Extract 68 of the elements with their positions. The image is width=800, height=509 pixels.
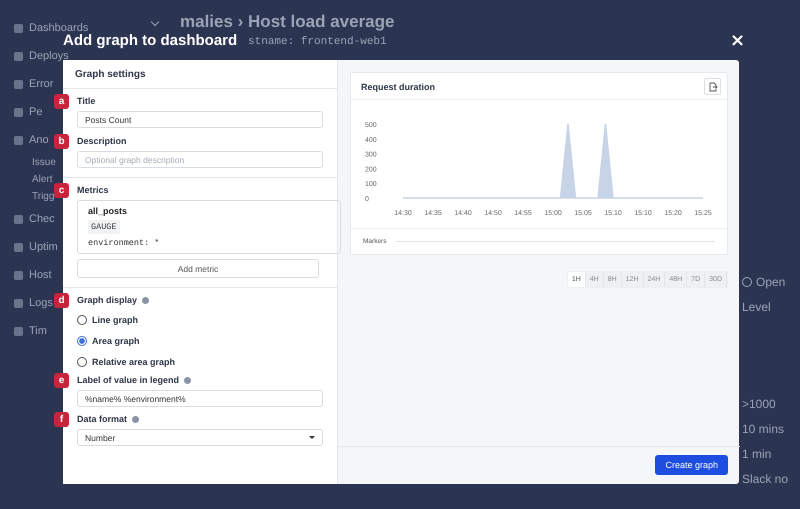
section-heading: Graph settings bbox=[63, 60, 337, 89]
text-field[interactable]: %name% %environment% bbox=[77, 390, 323, 407]
info-icon[interactable] bbox=[132, 416, 140, 422]
radio-label[interactable]: Line graph bbox=[92, 314, 138, 324]
step-badge: d bbox=[54, 293, 69, 308]
step-badge: a bbox=[54, 94, 69, 109]
nav-item[interactable]: Host bbox=[29, 269, 52, 281]
text-field[interactable]: Posts Count bbox=[77, 111, 323, 128]
nav-item[interactable]: Deploys bbox=[29, 50, 69, 62]
dialog-title: Add graph to dashboard bbox=[63, 32, 238, 49]
field-label: Title bbox=[77, 96, 96, 106]
nav-item[interactable]: Dashboards bbox=[29, 22, 88, 34]
nav-icon[interactable] bbox=[14, 24, 23, 32]
table-cell: 1 min bbox=[742, 446, 772, 460]
nav-icon[interactable] bbox=[14, 214, 23, 224]
nav-icon[interactable] bbox=[14, 242, 23, 252]
field-label: Label of value in legend bbox=[77, 375, 180, 385]
metric-type-tag: GAUGE bbox=[88, 220, 120, 234]
nav-item[interactable]: Trigg bbox=[32, 191, 54, 202]
format-dropdown[interactable]: Number bbox=[77, 429, 323, 446]
export-button[interactable] bbox=[704, 78, 721, 95]
nav-item[interactable]: Logs bbox=[29, 297, 53, 309]
nav-item[interactable]: Ano bbox=[29, 134, 49, 146]
nav-icon[interactable] bbox=[14, 52, 23, 60]
step-badge: c bbox=[54, 183, 69, 198]
table-cell: Slack no bbox=[742, 472, 788, 486]
step-badge: f bbox=[54, 412, 69, 427]
radio-label[interactable]: Area graph bbox=[92, 336, 140, 346]
info-icon[interactable] bbox=[184, 376, 192, 384]
step-badge: b bbox=[54, 134, 69, 149]
table-cell: Level bbox=[742, 300, 771, 314]
info-icon[interactable] bbox=[142, 296, 150, 304]
step-badge: e bbox=[54, 373, 69, 388]
radio-button[interactable] bbox=[77, 356, 87, 366]
export-icon[interactable] bbox=[708, 82, 718, 92]
radio-button[interactable] bbox=[77, 336, 87, 346]
nav-icon[interactable] bbox=[14, 298, 23, 308]
table-cell: >1000 bbox=[742, 396, 776, 410]
metric-tags: environment: * bbox=[88, 238, 160, 248]
field-label: Data format bbox=[77, 414, 128, 424]
nav-item[interactable]: Pe bbox=[29, 106, 42, 118]
nav-item[interactable]: Chec bbox=[29, 213, 55, 225]
radio-button[interactable] bbox=[77, 314, 87, 324]
nav-icon[interactable] bbox=[14, 270, 23, 280]
nav-icon[interactable] bbox=[14, 136, 23, 144]
table-cell: Open bbox=[756, 274, 786, 288]
metric-name: all_posts bbox=[88, 206, 128, 216]
field-label: Graph display bbox=[77, 295, 138, 305]
field-label: Description bbox=[77, 136, 127, 146]
add-metric-button[interactable]: Add metric bbox=[77, 259, 319, 278]
nav-item[interactable]: Tim bbox=[29, 325, 47, 337]
nav-item[interactable]: Uptim bbox=[29, 241, 58, 253]
radio-label[interactable]: Relative area graph bbox=[92, 356, 176, 366]
status-icon bbox=[742, 276, 752, 286]
nav-icon[interactable] bbox=[14, 108, 23, 116]
nav-icon[interactable] bbox=[14, 326, 23, 336]
close-button[interactable]: × bbox=[726, 31, 750, 51]
host-filter: stname: frontend-web1 bbox=[248, 36, 388, 48]
nav-item[interactable]: Error bbox=[29, 78, 54, 90]
chart-title: Request duration bbox=[361, 82, 436, 92]
page-title: malies › Host load average bbox=[180, 12, 394, 32]
nav-item[interactable]: Issue bbox=[32, 157, 56, 168]
nav-item[interactable]: Alert bbox=[32, 174, 53, 185]
field-label: Metrics bbox=[77, 185, 109, 195]
table-cell: 10 mins bbox=[742, 422, 784, 436]
text-field[interactable]: Optional graph description bbox=[77, 151, 323, 168]
nav-icon[interactable] bbox=[14, 80, 23, 88]
create-graph-button[interactable]: Create graph bbox=[655, 455, 728, 475]
